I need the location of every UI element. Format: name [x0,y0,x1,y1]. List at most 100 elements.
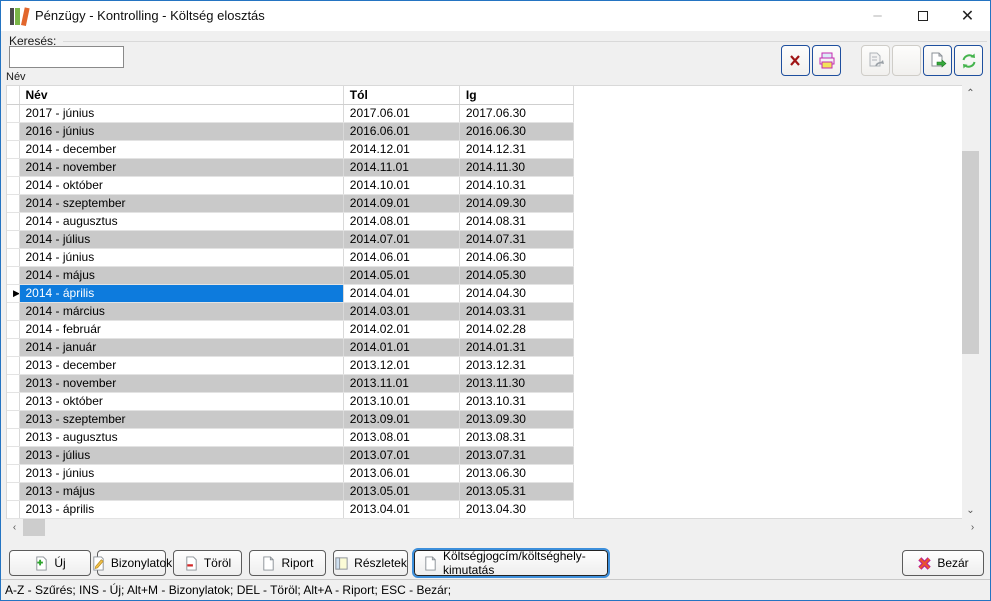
cell-tol[interactable]: 2017.06.01 [343,104,459,122]
scroll-down-icon[interactable]: ⌄ [962,502,979,519]
refresh-button[interactable] [954,45,983,76]
cell-nev[interactable]: 2014 - február [19,320,343,338]
cell-nev[interactable]: 2014 - május [19,266,343,284]
table-row[interactable]: 2014 - november2014.11.012014.11.30 [7,158,574,176]
cell-ig[interactable]: 2013.12.31 [459,356,573,374]
table-row[interactable]: 2013 - június2013.06.012013.06.30 [7,464,574,482]
cell-tol[interactable]: 2013.07.01 [343,446,459,464]
clear-filter-button[interactable] [781,45,810,76]
cell-ig[interactable]: 2014.04.30 [459,284,573,302]
table-row[interactable]: 2014 - május2014.05.012014.05.30 [7,266,574,284]
cell-tol[interactable]: 2013.08.01 [343,428,459,446]
cell-nev[interactable]: 2014 - október [19,176,343,194]
cell-ig[interactable]: 2017.06.30 [459,104,573,122]
cell-nev[interactable]: 2013 - június [19,464,343,482]
cell-ig[interactable]: 2014.06.30 [459,248,573,266]
cell-tol[interactable]: 2014.06.01 [343,248,459,266]
table-row[interactable]: 2014 - január2014.01.012014.01.31 [7,338,574,356]
cell-nev[interactable]: 2014 - március [19,302,343,320]
cell-nev[interactable]: 2014 - január [19,338,343,356]
cost-statement-button[interactable]: Költségjogcím/költséghely-kimutatás [414,550,608,576]
cell-nev[interactable]: 2014 - november [19,158,343,176]
cell-tol[interactable]: 2013.04.01 [343,500,459,518]
cell-tol[interactable]: 2014.09.01 [343,194,459,212]
cell-tol[interactable]: 2013.12.01 [343,356,459,374]
table-row[interactable]: 2014 - szeptember2014.09.012014.09.30 [7,194,574,212]
cell-nev[interactable]: 2013 - szeptember [19,410,343,428]
scroll-right-icon[interactable]: › [964,519,981,536]
print-button[interactable] [812,45,841,76]
cell-nev[interactable]: 2017 - június [19,104,343,122]
cell-nev[interactable]: 2016 - június [19,122,343,140]
cell-ig[interactable]: 2013.11.30 [459,374,573,392]
close-window-button[interactable]: ✕ [945,1,990,30]
table-row[interactable]: ▶2014 - április2014.04.012014.04.30 [7,284,574,302]
cell-tol[interactable]: 2014.04.01 [343,284,459,302]
cell-ig[interactable]: 2014.05.30 [459,266,573,284]
table-row[interactable]: 2013 - október2013.10.012013.10.31 [7,392,574,410]
table-row[interactable]: 2014 - július2014.07.012014.07.31 [7,230,574,248]
table-row[interactable]: 2016 - június2016.06.012016.06.30 [7,122,574,140]
cell-nev[interactable]: 2013 - május [19,482,343,500]
cell-nev[interactable]: 2014 - június [19,248,343,266]
table-row[interactable]: 2013 - december2013.12.012013.12.31 [7,356,574,374]
cell-ig[interactable]: 2014.12.31 [459,140,573,158]
new-button[interactable]: Új [9,550,91,576]
minimize-button[interactable]: – [855,1,900,30]
cell-nev[interactable]: 2013 - április [19,500,343,518]
cell-tol[interactable]: 2016.06.01 [343,122,459,140]
cell-nev[interactable]: 2014 - augusztus [19,212,343,230]
cell-nev[interactable]: 2014 - július [19,230,343,248]
cell-tol[interactable]: 2013.11.01 [343,374,459,392]
table-row[interactable]: 2017 - június2017.06.012017.06.30 [7,104,574,122]
vertical-scrollbar[interactable]: ⌃ ⌄ [962,85,979,519]
close-button[interactable]: Bezár [902,550,984,576]
cell-tol[interactable]: 2014.11.01 [343,158,459,176]
table-row[interactable]: 2014 - december2014.12.012014.12.31 [7,140,574,158]
cell-tol[interactable]: 2014.01.01 [343,338,459,356]
cell-ig[interactable]: 2013.04.30 [459,500,573,518]
report-button[interactable]: Riport [249,550,326,576]
column-header-ig[interactable]: Ig [459,86,573,104]
cell-ig[interactable]: 2014.01.31 [459,338,573,356]
cell-ig[interactable]: 2014.11.30 [459,158,573,176]
documents-button[interactable]: Bizonylatok [97,550,166,576]
table-row[interactable]: 2014 - október2014.10.012014.10.31 [7,176,574,194]
table-row[interactable]: 2013 - szeptember2013.09.012013.09.30 [7,410,574,428]
horizontal-scrollbar[interactable]: ‹ › [6,519,981,536]
cell-tol[interactable]: 2013.05.01 [343,482,459,500]
cell-ig[interactable]: 2014.09.30 [459,194,573,212]
table-row[interactable]: 2014 - március2014.03.012014.03.31 [7,302,574,320]
delete-button[interactable]: Töröl [173,550,242,576]
horizontal-scrollbar-thumb[interactable] [23,519,45,536]
cell-ig[interactable]: 2013.07.31 [459,446,573,464]
scroll-up-icon[interactable]: ⌃ [962,85,979,102]
details-button[interactable]: Részletek [333,550,408,576]
cell-nev[interactable]: 2014 - szeptember [19,194,343,212]
cell-nev[interactable]: 2014 - április [19,284,343,302]
cell-nev[interactable]: 2013 - július [19,446,343,464]
cell-tol[interactable]: 2013.10.01 [343,392,459,410]
table-row[interactable]: 2013 - július2013.07.012013.07.31 [7,446,574,464]
cell-tol[interactable]: 2014.02.01 [343,320,459,338]
cell-nev[interactable]: 2013 - december [19,356,343,374]
column-header-tol[interactable]: Tól [343,86,459,104]
cell-ig[interactable]: 2014.02.28 [459,320,573,338]
cell-tol[interactable]: 2014.03.01 [343,302,459,320]
search-input[interactable] [9,46,124,68]
cell-ig[interactable]: 2013.06.30 [459,464,573,482]
table-row[interactable]: 2014 - augusztus2014.08.012014.08.31 [7,212,574,230]
table-row[interactable]: 2014 - február2014.02.012014.02.28 [7,320,574,338]
cell-nev[interactable]: 2014 - december [19,140,343,158]
cell-tol[interactable]: 2014.10.01 [343,176,459,194]
cell-nev[interactable]: 2013 - augusztus [19,428,343,446]
cell-ig[interactable]: 2013.10.31 [459,392,573,410]
cell-nev[interactable]: 2013 - november [19,374,343,392]
cell-tol[interactable]: 2014.12.01 [343,140,459,158]
cell-ig[interactable]: 2014.07.31 [459,230,573,248]
cell-tol[interactable]: 2014.05.01 [343,266,459,284]
cell-ig[interactable]: 2014.10.31 [459,176,573,194]
cell-ig[interactable]: 2016.06.30 [459,122,573,140]
table-row[interactable]: 2013 - április2013.04.012013.04.30 [7,500,574,518]
cell-tol[interactable]: 2013.06.01 [343,464,459,482]
